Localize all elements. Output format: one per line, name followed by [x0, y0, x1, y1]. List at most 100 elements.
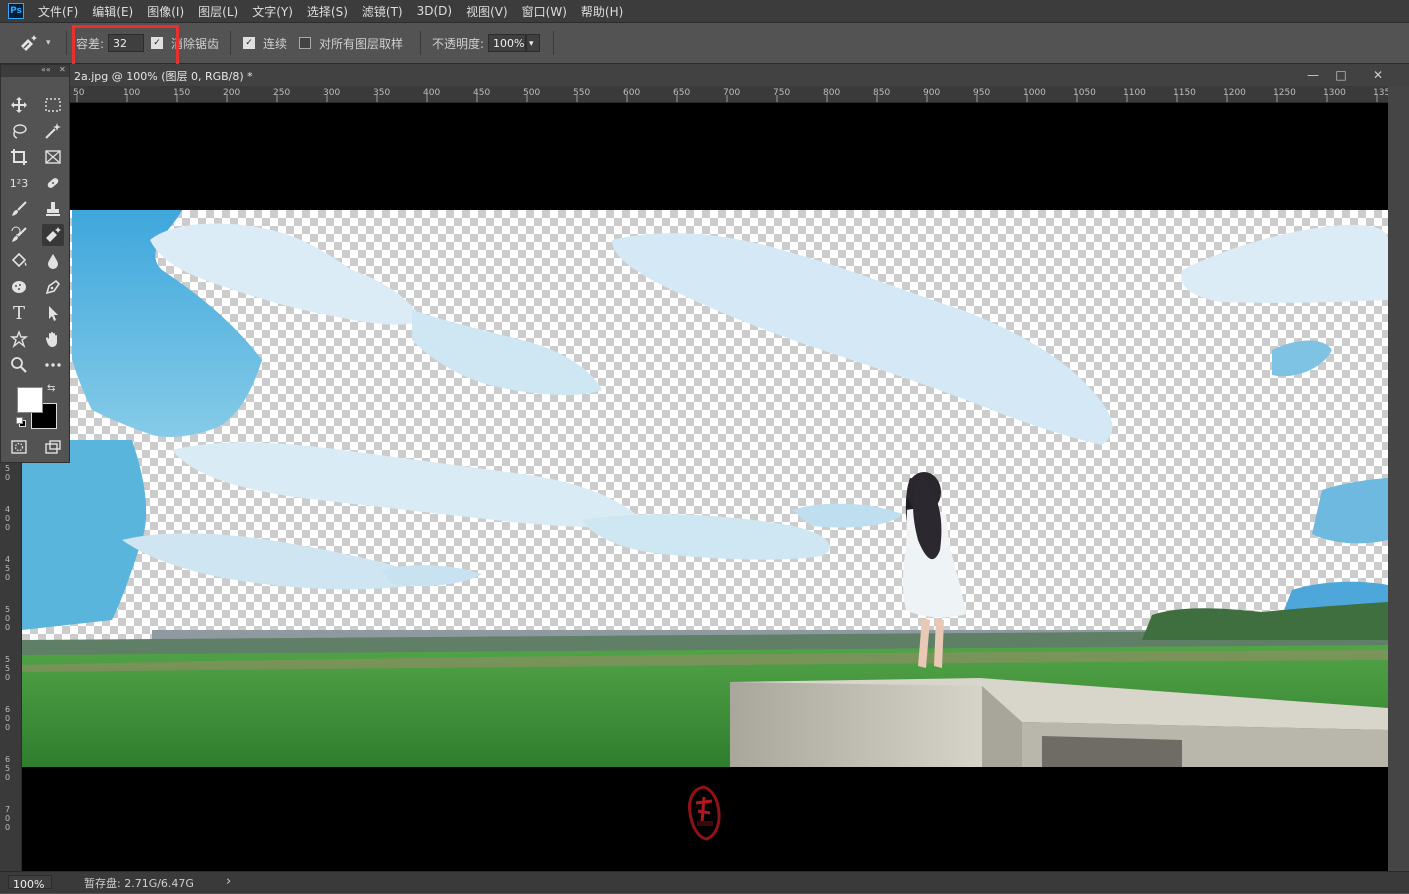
- ruler-label: 600: [623, 88, 641, 98]
- toolbox-panel: «« ✕ 1²3 T ⇆: [0, 64, 70, 463]
- horizontal-ruler[interactable]: 50 100 150 200 250 300 350 400 450 500 5…: [22, 86, 1388, 103]
- ruler-label: 100: [123, 88, 141, 98]
- menu-bar: Ps 文件(F) 编辑(E) 图像(I) 图层(L) 文字(Y) 选择(S) 滤…: [0, 0, 1409, 22]
- sample-all-layers-checkbox[interactable]: [299, 37, 311, 49]
- type-tool-icon[interactable]: T: [8, 302, 30, 324]
- ruler-label: 500: [523, 88, 541, 98]
- brush-tool-icon[interactable]: [8, 198, 30, 220]
- magic-wand-tool-icon[interactable]: [42, 120, 64, 142]
- ruler-label: 900: [923, 88, 941, 98]
- photo-content: [22, 210, 1388, 767]
- magic-eraser-tool-icon[interactable]: [42, 224, 64, 246]
- ruler-label: 800: [823, 88, 841, 98]
- divider: [66, 31, 67, 55]
- marquee-tool-icon[interactable]: [42, 94, 64, 116]
- menu-select[interactable]: 选择(S): [307, 3, 348, 20]
- crop-tool-icon[interactable]: [8, 146, 30, 168]
- ruler-label: 950: [973, 88, 991, 98]
- ruler-label: 1200: [1223, 88, 1246, 98]
- status-bar: 100% 暂存盘: 2.71G/6.47G ›: [0, 871, 1409, 893]
- scratch-disk-info: 暂存盘: 2.71G/6.47G: [84, 877, 194, 890]
- ruler-label: 650: [673, 88, 691, 98]
- menu-image[interactable]: 图像(I): [147, 3, 184, 20]
- hand-tool-icon[interactable]: [42, 328, 64, 350]
- ruler-label: 1000: [1023, 88, 1046, 98]
- ruler-label: 200: [223, 88, 241, 98]
- ruler-label: 550: [5, 655, 11, 682]
- menu-3d[interactable]: 3D(D): [417, 4, 452, 18]
- ruler-label: 600: [5, 705, 11, 732]
- collapse-panel-button[interactable]: ««: [41, 65, 51, 74]
- document-canvas[interactable]: [22, 103, 1388, 871]
- ruler-label: 650: [5, 755, 11, 782]
- menu-file[interactable]: 文件(F): [38, 3, 78, 20]
- tool-preset-picker[interactable]: ▾: [18, 23, 51, 63]
- opacity-input[interactable]: 100%: [488, 34, 527, 52]
- tolerance-highlight-box: [72, 25, 179, 67]
- healing-tool-icon[interactable]: [42, 172, 64, 194]
- lasso-tool-icon[interactable]: [8, 120, 30, 142]
- foreground-color-swatch[interactable]: [17, 387, 43, 413]
- shape-tool-icon[interactable]: [8, 328, 30, 350]
- zoom-tool-icon[interactable]: [8, 354, 30, 376]
- minimize-button[interactable]: —: [1302, 65, 1324, 85]
- menu-edit[interactable]: 编辑(E): [92, 3, 133, 20]
- more-tools-icon[interactable]: [42, 354, 64, 376]
- sample-all-layers-option[interactable]: 对所有图层取样: [299, 23, 403, 63]
- opacity-dropdown-button[interactable]: ▾: [526, 34, 541, 52]
- photoshop-logo-icon[interactable]: Ps: [8, 3, 24, 19]
- opacity-label: 不透明度:: [432, 36, 485, 51]
- status-menu-arrow[interactable]: ›: [226, 874, 231, 889]
- stamp-tool-icon[interactable]: [42, 198, 64, 220]
- default-colors-icon[interactable]: [16, 417, 26, 427]
- watermark-seal-icon: [688, 785, 721, 841]
- divider: [420, 31, 421, 55]
- ruler-label: 1100: [1123, 88, 1146, 98]
- ruler-label: 135: [1373, 88, 1388, 98]
- toolbox-header[interactable]: «« ✕: [1, 65, 69, 77]
- ruler-label: 1150: [1173, 88, 1196, 98]
- magic-eraser-preset-icon: [21, 35, 37, 51]
- swap-colors-icon[interactable]: ⇆: [47, 383, 55, 394]
- close-document-button[interactable]: ✕: [1367, 65, 1389, 85]
- selection-arrow-icon[interactable]: [42, 302, 64, 324]
- blur-tool-icon[interactable]: [42, 250, 64, 272]
- ruler-label: 250: [273, 88, 291, 98]
- ruler-label: 400: [5, 505, 11, 532]
- pen-tool-icon[interactable]: [42, 276, 64, 298]
- menu-layer[interactable]: 图层(L): [198, 3, 238, 20]
- frame-tool-icon[interactable]: [42, 146, 64, 168]
- close-panel-button[interactable]: ✕: [59, 65, 66, 74]
- paint-bucket-tool-icon[interactable]: [8, 250, 30, 272]
- vertical-scrollbar[interactable]: [1388, 86, 1409, 871]
- ruler-label: 1300: [1323, 88, 1346, 98]
- ruler-label: 150: [173, 88, 191, 98]
- contiguous-label: 连续: [263, 36, 288, 51]
- divider: [553, 31, 554, 55]
- menu-help[interactable]: 帮助(H): [581, 3, 623, 20]
- menu-view[interactable]: 视图(V): [466, 3, 508, 20]
- photo-layer[interactable]: [22, 210, 1388, 767]
- screen-mode-icon[interactable]: [42, 436, 64, 458]
- count-tool-icon[interactable]: 1²3: [8, 172, 30, 194]
- ruler-label: 500: [5, 605, 11, 632]
- ruler-label: 350: [373, 88, 391, 98]
- document-title[interactable]: 2a.jpg @ 100% (图层 0, RGB/8) *: [74, 68, 253, 84]
- menu-window[interactable]: 窗口(W): [522, 3, 567, 20]
- zoom-level-field[interactable]: 100%: [8, 875, 52, 891]
- document-tab-bar: 2a.jpg @ 100% (图层 0, RGB/8) * — □ ✕: [0, 64, 1409, 86]
- menu-type[interactable]: 文字(Y): [252, 3, 293, 20]
- menu-filter[interactable]: 滤镜(T): [362, 3, 403, 20]
- ruler-label: 1250: [1273, 88, 1296, 98]
- quick-mask-icon[interactable]: [8, 436, 30, 458]
- contiguous-option[interactable]: ✓ 连续: [243, 23, 287, 63]
- history-brush-icon[interactable]: [8, 224, 30, 246]
- move-tool-icon[interactable]: [8, 94, 30, 116]
- ruler-label: 1050: [1073, 88, 1096, 98]
- contiguous-checkbox[interactable]: ✓: [243, 37, 255, 49]
- sponge-tool-icon[interactable]: [8, 276, 30, 298]
- maximize-button[interactable]: □: [1330, 65, 1352, 85]
- opacity-group: 不透明度: 100% ▾: [432, 23, 541, 63]
- ruler-label: 300: [323, 88, 341, 98]
- ruler-label: 850: [873, 88, 891, 98]
